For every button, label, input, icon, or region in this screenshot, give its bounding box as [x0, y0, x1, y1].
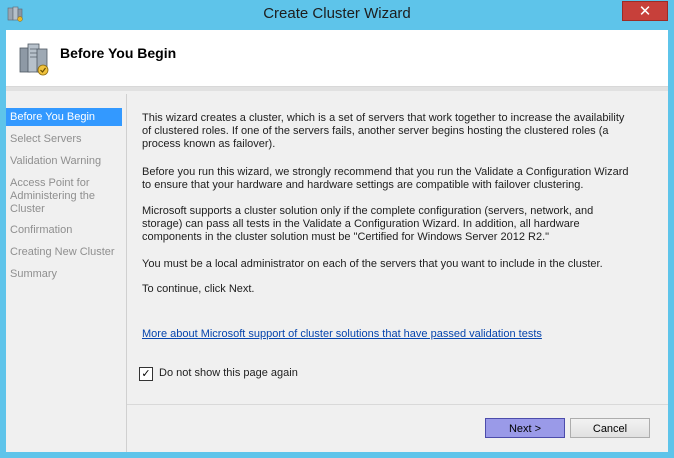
support-paragraph: Microsoft supports a cluster solution on…: [142, 205, 594, 243]
cancel-button[interactable]: Cancel: [570, 418, 650, 438]
wizard-window: Create Cluster Wizard ✕ Before You Begin…: [0, 0, 674, 458]
support-info-link[interactable]: More about Microsoft support of cluster …: [142, 328, 542, 340]
validate-paragraph: Before you run this wizard, we strongly …: [142, 166, 629, 191]
cluster-servers-icon: [19, 43, 49, 76]
header-divider: [6, 87, 668, 91]
continue-paragraph: To continue, click Next.: [142, 283, 255, 295]
footer-divider: [127, 404, 668, 405]
step-creating-new-cluster[interactable]: Creating New Cluster: [6, 246, 122, 259]
step-access-point[interactable]: Access Point for Administering the Clust…: [6, 177, 98, 216]
title-bar[interactable]: Create Cluster Wizard ✕: [0, 0, 674, 30]
step-summary[interactable]: Summary: [6, 268, 122, 281]
wizard-content: This wizard creates a cluster, which is …: [126, 94, 668, 452]
wizard-client-area: Before You Begin Before You Begin Select…: [6, 30, 668, 452]
wizard-steps-sidebar: Before You Begin Select Servers Validati…: [6, 106, 124, 452]
dont-show-again-label[interactable]: Do not show this page again: [159, 367, 298, 379]
dont-show-again-checkbox[interactable]: ✓: [139, 367, 153, 381]
next-button[interactable]: Next >: [485, 418, 565, 438]
page-title: Before You Begin: [60, 45, 177, 61]
step-confirmation[interactable]: Confirmation: [6, 224, 122, 237]
admin-paragraph: You must be a local administrator on eac…: [142, 258, 603, 270]
step-select-servers[interactable]: Select Servers: [6, 133, 122, 146]
intro-paragraph: This wizard creates a cluster, which is …: [142, 112, 625, 150]
wizard-header: Before You Begin: [6, 30, 668, 87]
step-before-you-begin[interactable]: Before You Begin: [6, 108, 122, 126]
window-title: Create Cluster Wizard: [263, 5, 411, 22]
close-button[interactable]: ✕: [622, 1, 668, 21]
step-validation-warning[interactable]: Validation Warning: [6, 155, 122, 168]
